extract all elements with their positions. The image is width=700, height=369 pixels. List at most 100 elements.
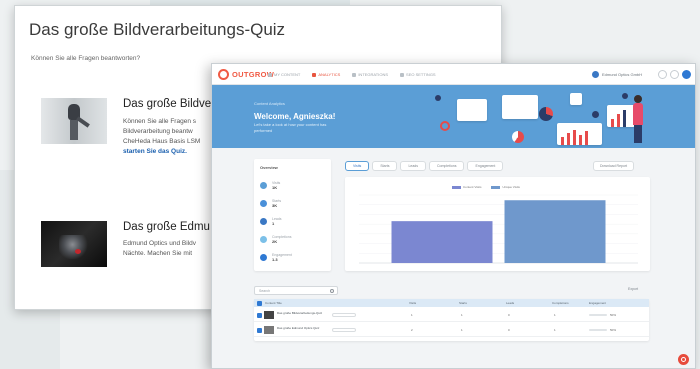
engagement-progress (589, 329, 607, 331)
engagement-progress (589, 314, 607, 316)
column-header[interactable]: Content Title (265, 301, 282, 305)
illustration-gear-icon (435, 95, 441, 101)
stat-value: 1K (272, 184, 278, 190)
column-header[interactable]: Leads (506, 301, 514, 305)
column-header[interactable]: Visits (409, 301, 416, 305)
chat-icon (681, 357, 686, 362)
illustration-card (457, 99, 487, 121)
tab-starts[interactable]: Starts (372, 161, 398, 171)
export-button[interactable]: Export (628, 287, 638, 291)
illustration-person-head (634, 95, 642, 103)
illustration-pie-icon (512, 131, 524, 143)
help-button[interactable] (658, 70, 667, 79)
start-quiz-link[interactable]: starten Sie das Quiz. (123, 148, 187, 155)
download-report-button[interactable]: Download Report (593, 161, 635, 171)
row-checkbox[interactable] (257, 327, 262, 333)
settings-icon (400, 72, 405, 77)
stat-engagement[interactable]: Engagement 1.3 (260, 249, 325, 265)
tab-completions[interactable]: Completions (429, 161, 465, 171)
illustration-person (631, 95, 645, 143)
visits-icon (260, 181, 267, 189)
stat-leads[interactable]: Leads 1 (260, 213, 325, 229)
stat-value: 1.3 (272, 256, 278, 262)
page-subtitle: Können Sie alle Fragen beantworten? (31, 55, 141, 62)
column-header[interactable]: Engagement (589, 301, 606, 305)
illustration-bar (579, 135, 582, 145)
robot-figure (76, 116, 90, 128)
stat-visits[interactable]: Visits 1K (260, 177, 325, 193)
tab-visits[interactable]: Visits (345, 161, 370, 171)
quiz-item-text-line: CheHeda Haus Basis LSM (123, 138, 201, 145)
tab-leads[interactable]: Leads (400, 161, 427, 171)
row-leads: 0 (508, 328, 510, 332)
illustration-line-chart (502, 95, 538, 119)
quiz-item-text-line: Edmund Optics und Bildv (123, 240, 196, 247)
row-starts: 1 (461, 328, 463, 332)
stat-value: 1 (272, 220, 275, 226)
nav-item-my-content[interactable]: MY CONTENT (268, 72, 300, 77)
bar-chart (359, 194, 638, 264)
column-header[interactable]: Completions (552, 301, 569, 305)
row-completions: 1 (554, 313, 556, 317)
engagement-icon (260, 253, 267, 261)
stat-value: 2K (272, 238, 278, 244)
quiz-item-text-line: Nächte. Machen Sie mit (123, 250, 193, 257)
quiz-item-image-swimmer[interactable] (41, 221, 107, 267)
illustration-magnifier-icon (440, 121, 450, 131)
table-header: Content Title Visits Starts Leads Comple… (254, 299, 649, 307)
column-header[interactable]: Starts (459, 301, 467, 305)
search-input[interactable]: Search (254, 286, 338, 295)
row-tag (332, 313, 356, 317)
bar-content-visits (391, 221, 493, 263)
completions-icon (260, 235, 267, 243)
quiz-item-image-robot[interactable] (41, 98, 107, 144)
quiz-item-title[interactable]: Das große Edmu (123, 221, 210, 233)
engagement-value: 50% (610, 313, 617, 317)
illustration-gear-icon (622, 93, 628, 99)
row-visits: 2 (411, 328, 413, 332)
overview-title: Overview (260, 165, 278, 170)
nav-item-seo-settings[interactable]: SEO SETTINGS (400, 72, 436, 77)
illustration-bar-chart (557, 123, 602, 145)
leads-icon (260, 217, 267, 225)
table-row[interactable]: Das große Edmund Optics Quiz 2 1 0 1 50% (254, 323, 649, 337)
search-placeholder: Search (259, 289, 271, 293)
select-all-checkbox[interactable] (257, 300, 262, 306)
metric-tabs: Visits Starts Leads Completions Engageme… (345, 161, 504, 171)
table-row[interactable]: Das große Bildverarbeitungs-Quiz 1 1 0 1… (254, 308, 649, 322)
profile-button[interactable] (682, 70, 691, 79)
stat-completions[interactable]: Completions 2K (260, 231, 325, 247)
row-checkbox[interactable] (257, 312, 262, 318)
stat-starts[interactable]: Starts 3K (260, 195, 325, 211)
page-title: Das große Bildverarbeitungs-Quiz (29, 20, 286, 39)
logo[interactable]: OUTGROW (218, 69, 274, 80)
row-leads: 0 (508, 313, 510, 317)
row-starts: 1 (461, 313, 463, 317)
content-table: Content Title Visits Starts Leads Comple… (254, 299, 649, 341)
robot-figure (70, 120, 78, 140)
illustration-bar (611, 119, 614, 127)
notifications-button[interactable] (670, 70, 679, 79)
quiz-item-title[interactable]: Das große Bildve (123, 98, 211, 110)
content-icon (268, 72, 272, 77)
row-title[interactable]: Das große Bildverarbeitungs-Quiz (277, 311, 325, 315)
illustration-bar (623, 110, 626, 127)
user-menu[interactable]: Edmund Optics GmbH (592, 71, 642, 78)
bar-unique-visits (504, 200, 606, 263)
nav-label: ANALYTICS (318, 72, 341, 77)
tab-engagement[interactable]: Engagement (467, 161, 504, 171)
illustration-bar (573, 130, 576, 145)
breadcrumb: Content Analytics (254, 101, 285, 106)
chat-button[interactable] (678, 354, 689, 365)
row-thumbnail (264, 311, 274, 319)
nav-item-integrations[interactable]: INTEGRATIONS (352, 72, 388, 77)
logo-icon (218, 69, 229, 80)
analytics-icon (312, 72, 317, 77)
analytics-dashboard-window: OUTGROW MY CONTENT ANALYTICS INTEGRATION… (211, 63, 696, 369)
row-title[interactable]: Das große Edmund Optics Quiz (277, 326, 325, 330)
welcome-title: Welcome, Agnieszka! (254, 112, 336, 121)
nav-item-analytics[interactable]: ANALYTICS (312, 72, 340, 77)
overview-panel: Overview Visits 1K Starts 3K Leads 1 Comple… (254, 159, 331, 271)
stat-value: 3K (272, 202, 278, 208)
illustration-card (570, 93, 582, 105)
